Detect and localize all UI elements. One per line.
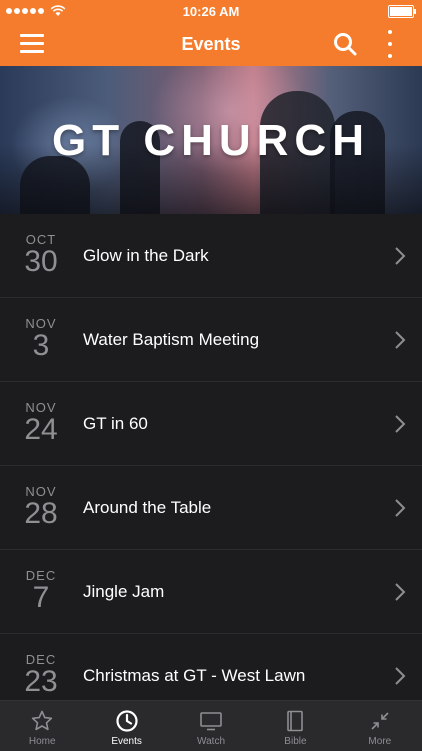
tab-events[interactable]: Events — [84, 701, 168, 751]
event-title: Jingle Jam — [83, 582, 165, 601]
tab-watch[interactable]: Watch — [169, 701, 253, 751]
status-bar: 10:26 AM — [0, 0, 422, 22]
chevron-right-icon — [395, 667, 406, 685]
event-day: 24 — [24, 413, 58, 446]
tv-icon — [200, 712, 222, 731]
event-title: Around the Table — [83, 498, 212, 517]
tab-label: Bible — [284, 736, 307, 747]
app-bar: Events — [0, 22, 422, 66]
event-title: GT in 60 — [83, 414, 148, 433]
page-title: Events — [181, 33, 241, 54]
tab-label: Events — [111, 736, 142, 747]
chevron-right-icon — [395, 415, 406, 433]
search-icon[interactable] — [332, 31, 358, 57]
tab-label: Watch — [197, 736, 225, 747]
tab-home[interactable]: Home — [0, 701, 84, 751]
tab-bible[interactable]: Bible — [253, 701, 337, 751]
hero-banner: GT CHURCH — [0, 66, 422, 214]
event-row[interactable]: OCT 30 Glow in the Dark — [0, 214, 422, 298]
event-title: Water Baptism Meeting — [83, 330, 260, 349]
event-row[interactable]: NOV 28 Around the Table — [0, 466, 422, 550]
event-day: 23 — [24, 665, 58, 698]
star-icon — [32, 710, 53, 731]
event-day: 7 — [32, 581, 50, 614]
hero-title: GT CHURCH — [52, 116, 370, 165]
more-vertical-icon[interactable] — [384, 30, 396, 58]
collapse-arrows-icon — [371, 712, 389, 730]
tab-label: Home — [28, 736, 56, 747]
event-row[interactable]: DEC 7 Jingle Jam — [0, 550, 422, 634]
tab-more[interactable]: More — [338, 701, 422, 751]
event-row[interactable]: NOV 3 Water Baptism Meeting — [0, 298, 422, 382]
clock-icon — [116, 710, 138, 732]
tab-label: More — [368, 736, 392, 747]
event-day: 3 — [32, 329, 50, 362]
status-time: 10:26 AM — [182, 3, 240, 19]
chevron-right-icon — [395, 331, 406, 349]
book-icon — [287, 710, 304, 732]
event-day: 30 — [24, 245, 58, 278]
chevron-right-icon — [395, 247, 406, 265]
chevron-right-icon — [395, 499, 406, 517]
tab-bar: Home Events Watch Bible More — [0, 700, 422, 751]
event-row[interactable]: NOV 24 GT in 60 — [0, 382, 422, 466]
event-day: 28 — [24, 497, 58, 530]
event-title: Glow in the Dark — [83, 246, 209, 265]
event-title: Christmas at GT - West Lawn — [83, 666, 306, 685]
event-list: OCT 30 Glow in the Dark NOV 3 Water Bapt… — [0, 214, 422, 700]
battery-icon — [388, 4, 416, 18]
chevron-right-icon — [395, 583, 406, 601]
event-row[interactable]: DEC 23 Christmas at GT - West Lawn — [0, 634, 422, 700]
